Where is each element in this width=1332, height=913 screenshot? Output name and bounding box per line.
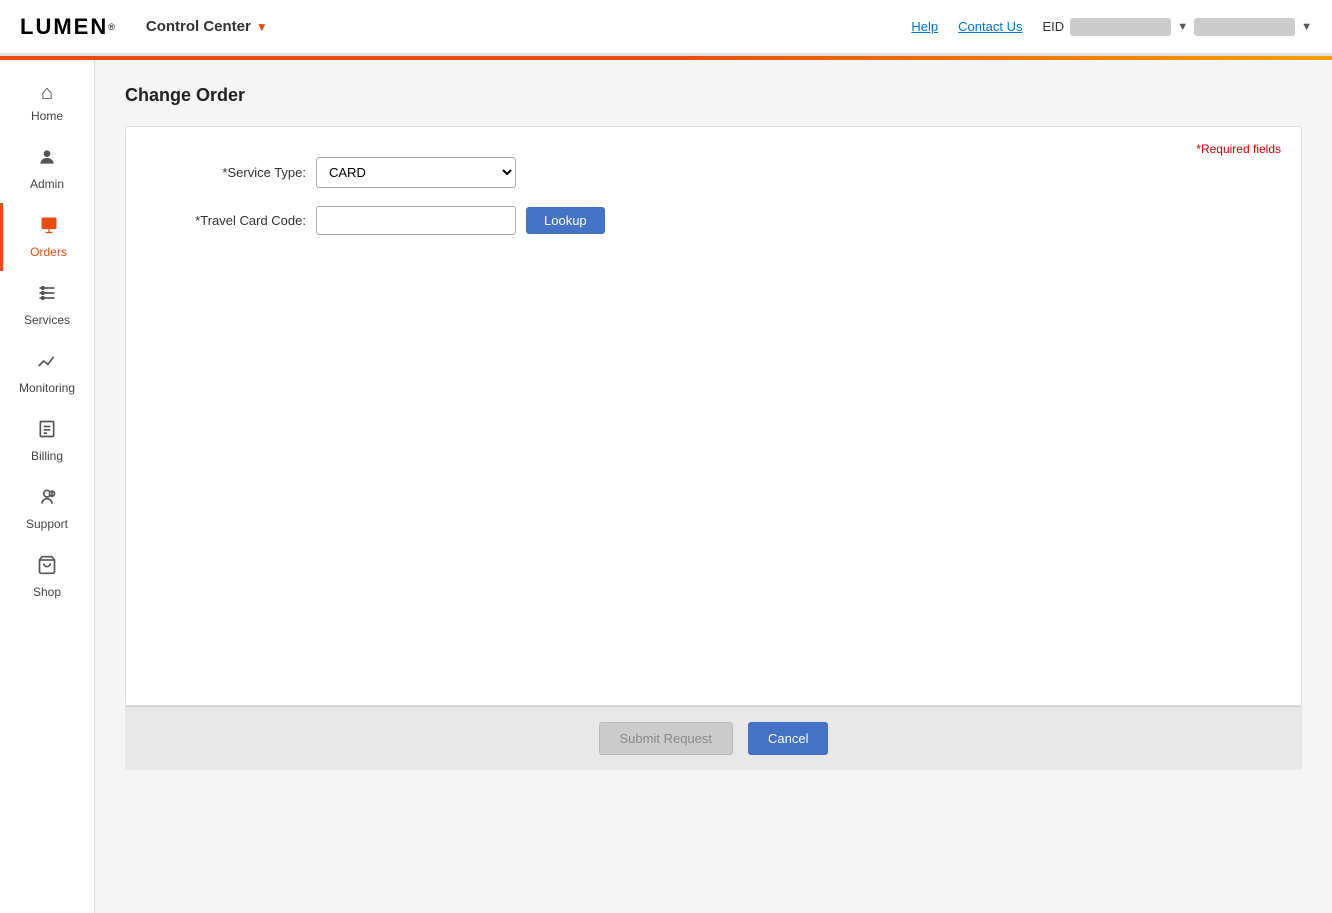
sidebar-item-services[interactable]: Services	[0, 271, 94, 339]
eid-label: EID	[1042, 19, 1064, 34]
lumen-logo: LUMEN®	[20, 14, 116, 40]
travel-card-code-row: *Travel Card Code: Lookup	[146, 206, 1281, 235]
sidebar-label-shop: Shop	[33, 585, 61, 599]
sidebar-label-services: Services	[24, 313, 70, 327]
control-center-menu[interactable]: Control Center ▼	[146, 18, 268, 35]
service-type-select[interactable]: CARD	[316, 157, 516, 188]
sidebar-item-support[interactable]: Support	[0, 475, 94, 543]
sidebar-label-billing: Billing	[31, 449, 63, 463]
user-chevron-icon[interactable]: ▼	[1301, 21, 1312, 33]
sidebar-item-monitoring[interactable]: Monitoring	[0, 339, 94, 407]
sidebar-label-home: Home	[31, 109, 63, 123]
sidebar-label-orders: Orders	[30, 245, 67, 259]
main-content: Change Order *Required fields *Service T…	[95, 60, 1332, 913]
sidebar-item-home[interactable]: ⌂ Home	[0, 70, 94, 135]
lookup-button[interactable]: Lookup	[526, 207, 605, 234]
user-value: ██████████	[1194, 18, 1295, 36]
service-type-label: *Service Type:	[146, 165, 306, 180]
billing-icon	[37, 419, 57, 445]
sidebar-item-shop[interactable]: Shop	[0, 543, 94, 611]
monitoring-icon	[37, 351, 57, 377]
orders-icon	[39, 215, 59, 241]
eid-section: EID ██████████ ▼ ██████████ ▼	[1042, 18, 1312, 36]
footer-action-bar: Submit Request Cancel	[125, 706, 1302, 770]
required-note: *Required fields	[1196, 142, 1281, 156]
contact-us-link[interactable]: Contact Us	[958, 19, 1022, 34]
control-center-chevron-icon: ▼	[256, 20, 268, 34]
help-link[interactable]: Help	[911, 19, 938, 34]
shop-icon	[37, 555, 57, 581]
support-icon	[37, 487, 57, 513]
header-right: Help Contact Us EID ██████████ ▼ ███████…	[911, 18, 1312, 36]
main-layout: ⌂ Home Admin Orders Services Monitorin	[0, 60, 1332, 913]
eid-value: ██████████	[1070, 18, 1171, 36]
admin-icon	[37, 147, 57, 173]
sidebar-item-admin[interactable]: Admin	[0, 135, 94, 203]
page-title: Change Order	[125, 85, 1302, 106]
cancel-button[interactable]: Cancel	[748, 722, 828, 755]
sidebar-label-support: Support	[26, 517, 68, 531]
travel-card-code-label: *Travel Card Code:	[146, 213, 306, 228]
sidebar-item-orders[interactable]: Orders	[0, 203, 94, 271]
form-container: *Required fields *Service Type: CARD *Tr…	[125, 126, 1302, 706]
sidebar-item-billing[interactable]: Billing	[0, 407, 94, 475]
services-icon	[37, 283, 57, 309]
sidebar-label-monitoring: Monitoring	[19, 381, 75, 395]
service-type-row: *Service Type: CARD	[146, 157, 1281, 188]
sidebar: ⌂ Home Admin Orders Services Monitorin	[0, 60, 95, 913]
sidebar-label-admin: Admin	[30, 177, 64, 191]
home-icon: ⌂	[41, 82, 53, 105]
eid-chevron-icon[interactable]: ▼	[1177, 21, 1188, 33]
submit-request-button[interactable]: Submit Request	[599, 722, 734, 755]
travel-card-code-input[interactable]	[316, 206, 516, 235]
